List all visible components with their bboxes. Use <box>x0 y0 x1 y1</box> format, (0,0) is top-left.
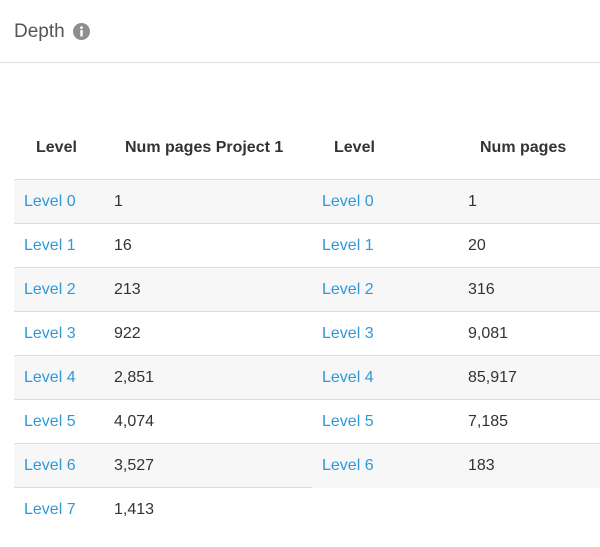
level-link[interactable]: Level 2 <box>322 280 374 300</box>
table-header: Level Num pages Project 1 <box>14 126 312 180</box>
table-row: Level 3 922 <box>14 312 312 356</box>
table-row: Level 5 7,185 <box>312 400 600 444</box>
table-row: Level 3 9,081 <box>312 312 600 356</box>
num-pages-value: 20 <box>468 237 486 254</box>
depth-table-comparison: Level Num pages Level 0 1 Level 1 20 Lev… <box>312 126 600 488</box>
depth-table-project-1: Level Num pages Project 1 Level 0 1 Leve… <box>14 126 312 532</box>
table-row: Level 0 1 <box>14 180 312 224</box>
num-pages-value: 9,081 <box>468 325 509 342</box>
num-pages-value: 183 <box>468 457 495 474</box>
level-link[interactable]: Level 0 <box>24 192 76 212</box>
num-pages-value: 316 <box>468 281 495 298</box>
table-row: Level 5 4,074 <box>14 400 312 444</box>
num-pages-value: 1,413 <box>114 501 155 518</box>
level-link[interactable]: Level 6 <box>322 456 374 476</box>
level-link[interactable]: Level 5 <box>322 412 374 432</box>
level-link[interactable]: Level 3 <box>322 324 374 344</box>
num-pages-value: 2,851 <box>114 369 155 386</box>
panel-title: Depth <box>14 21 65 42</box>
num-pages-value: 3,527 <box>114 457 155 474</box>
header-num-pages: Num pages <box>480 139 567 156</box>
table-row: Level 0 1 <box>312 180 600 224</box>
table-row: Level 6 3,527 <box>14 444 312 488</box>
table-row: Level 4 2,851 <box>14 356 312 400</box>
header-level: Level <box>334 139 375 156</box>
table-header: Level Num pages <box>312 126 600 180</box>
level-link[interactable]: Level 5 <box>24 412 76 432</box>
panel-header: Depth <box>0 0 600 63</box>
level-link[interactable]: Level 2 <box>24 280 76 300</box>
level-link[interactable]: Level 3 <box>24 324 76 344</box>
table-row: Level 2 213 <box>14 268 312 312</box>
header-level: Level <box>36 139 77 156</box>
level-link[interactable]: Level 7 <box>24 500 76 520</box>
header-num-pages: Num pages Project 1 <box>125 139 284 156</box>
table-row: Level 2 316 <box>312 268 600 312</box>
num-pages-value: 4,074 <box>114 413 155 430</box>
table-row: Level 4 85,917 <box>312 356 600 400</box>
num-pages-value: 7,185 <box>468 413 509 430</box>
table-row: Level 7 1,413 <box>14 488 312 532</box>
table-row: Level 1 20 <box>312 224 600 268</box>
level-link[interactable]: Level 1 <box>24 236 76 256</box>
num-pages-value: 85,917 <box>468 369 517 386</box>
num-pages-value: 213 <box>114 281 141 298</box>
num-pages-value: 16 <box>114 237 132 254</box>
level-link[interactable]: Level 0 <box>322 192 374 212</box>
table-row: Level 1 16 <box>14 224 312 268</box>
level-link[interactable]: Level 4 <box>322 368 374 388</box>
table-row: Level 6 183 <box>312 444 600 488</box>
num-pages-value: 1 <box>468 193 477 210</box>
level-link[interactable]: Level 6 <box>24 456 76 476</box>
num-pages-value: 922 <box>114 325 141 342</box>
level-link[interactable]: Level 1 <box>322 236 374 256</box>
info-icon[interactable] <box>73 23 90 40</box>
level-link[interactable]: Level 4 <box>24 368 76 388</box>
num-pages-value: 1 <box>114 193 123 210</box>
